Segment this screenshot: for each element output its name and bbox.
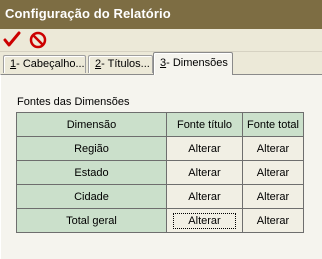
tab-cabecalho-label: - Cabeçalho... [16,58,85,70]
table-row: Região Alterar Alterar [17,137,304,161]
table-row: Cidade Alterar Alterar [17,185,304,209]
change-total-font-button[interactable]: Alterar [243,137,304,161]
change-total-font-button[interactable]: Alterar [243,161,304,185]
column-header-total-font: Fonte total [243,113,304,137]
change-title-font-button[interactable]: Alterar [167,161,243,185]
change-title-font-button-focused[interactable]: Alterar [167,209,243,233]
dimensions-table: Dimensão Fonte título Fonte total Região… [16,112,304,233]
focused-button-label: Alterar [173,212,236,229]
dimension-name: Total geral [17,209,167,233]
table-header-row: Dimensão Fonte título Fonte total [17,113,304,137]
tab-dimensoes[interactable]: 3- Dimensões [153,52,233,75]
dimension-name: Região [17,137,167,161]
change-total-font-button[interactable]: Alterar [243,209,304,233]
confirm-button[interactable] [2,30,22,50]
toolbar [0,29,322,52]
tab-cabecalho[interactable]: 1- Cabeçalho... [3,55,86,73]
table-row: Estado Alterar Alterar [17,161,304,185]
check-icon [3,31,21,47]
tab-titulos[interactable]: 2- Títulos... [88,55,153,73]
table-row: Total geral Alterar Alterar [17,209,304,233]
tab-strip: 1- Cabeçalho... 2- Títulos... 3- Dimensõ… [0,51,322,75]
dimension-name: Estado [17,161,167,185]
column-header-dimension: Dimensão [17,113,167,137]
column-header-title-font: Fonte título [167,113,243,137]
change-title-font-button[interactable]: Alterar [167,137,243,161]
window-title: Configuração do Relatório [0,0,322,29]
cancel-button[interactable] [28,30,48,50]
change-total-font-button[interactable]: Alterar [243,185,304,209]
prohibited-icon [29,31,47,49]
tab-dimensoes-label: - Dimensões [166,57,228,69]
group-label: Fontes das Dimensões [17,96,130,108]
change-title-font-button[interactable]: Alterar [167,185,243,209]
tab-titulos-label: - Títulos... [101,58,150,70]
dimension-name: Cidade [17,185,167,209]
